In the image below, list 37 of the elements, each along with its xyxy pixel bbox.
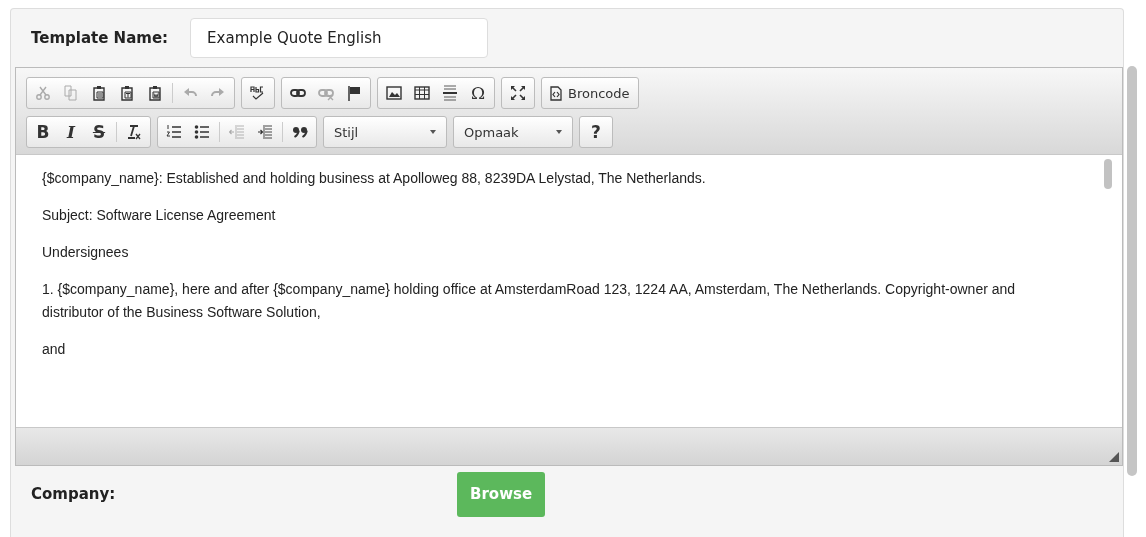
format-button[interactable]: B	[29, 117, 57, 147]
spellcheck-icon	[250, 85, 266, 101]
flag-icon	[346, 85, 362, 101]
table-icon	[414, 85, 430, 101]
copy-icon	[63, 85, 79, 101]
paragraph: Subject: Software License Agreement	[42, 206, 277, 225]
bullet-list-icon	[194, 124, 210, 140]
image-icon	[386, 85, 402, 101]
clipboard-icon	[119, 85, 135, 101]
paragraph: 1. {$company_name}, here and after {$company_name} holding office at AmsterdamRoad 123, 1224 AA, Amsterdam, The Netherlands. Copyright-owner and distributor of the Business Software Solution,	[42, 280, 1017, 322]
clipboard-icon	[91, 85, 107, 101]
paragraph: Undersignees	[42, 243, 130, 262]
maximize-icon	[510, 85, 526, 101]
quote-icon	[292, 124, 308, 140]
format-button[interactable]: I	[57, 117, 85, 147]
format-dropdown[interactable]: Opmaak	[453, 116, 573, 148]
caret-icon	[430, 130, 436, 134]
source-code-icon	[550, 85, 562, 101]
format-dropdown[interactable]: Stijl	[323, 116, 447, 148]
numbered-list-icon	[166, 124, 182, 140]
template-name-field[interactable]: Example Quote English	[190, 18, 489, 58]
format-button[interactable]: S	[85, 117, 113, 147]
scissors-icon	[35, 85, 51, 101]
format-button[interactable]: Ω	[464, 78, 492, 108]
paragraph: {$company_name}: Established and holding business at Apolloweg 88, 8239DA Lelystad, The Netherlands.	[42, 169, 707, 188]
source-button[interactable]: Broncode	[544, 78, 636, 108]
resize-handle-icon[interactable]	[1109, 452, 1119, 462]
outdent-icon	[229, 124, 245, 140]
field-label: Template Name:	[31, 29, 169, 47]
format-button[interactable]: ?	[582, 117, 610, 147]
caret-icon	[556, 130, 562, 134]
indent-icon	[257, 124, 273, 140]
field-label: Company:	[31, 485, 117, 503]
clear-format-icon	[126, 124, 142, 140]
horizontal-rule-icon	[442, 85, 458, 101]
paragraph: and	[42, 340, 67, 359]
clipboard-icon	[147, 85, 163, 101]
